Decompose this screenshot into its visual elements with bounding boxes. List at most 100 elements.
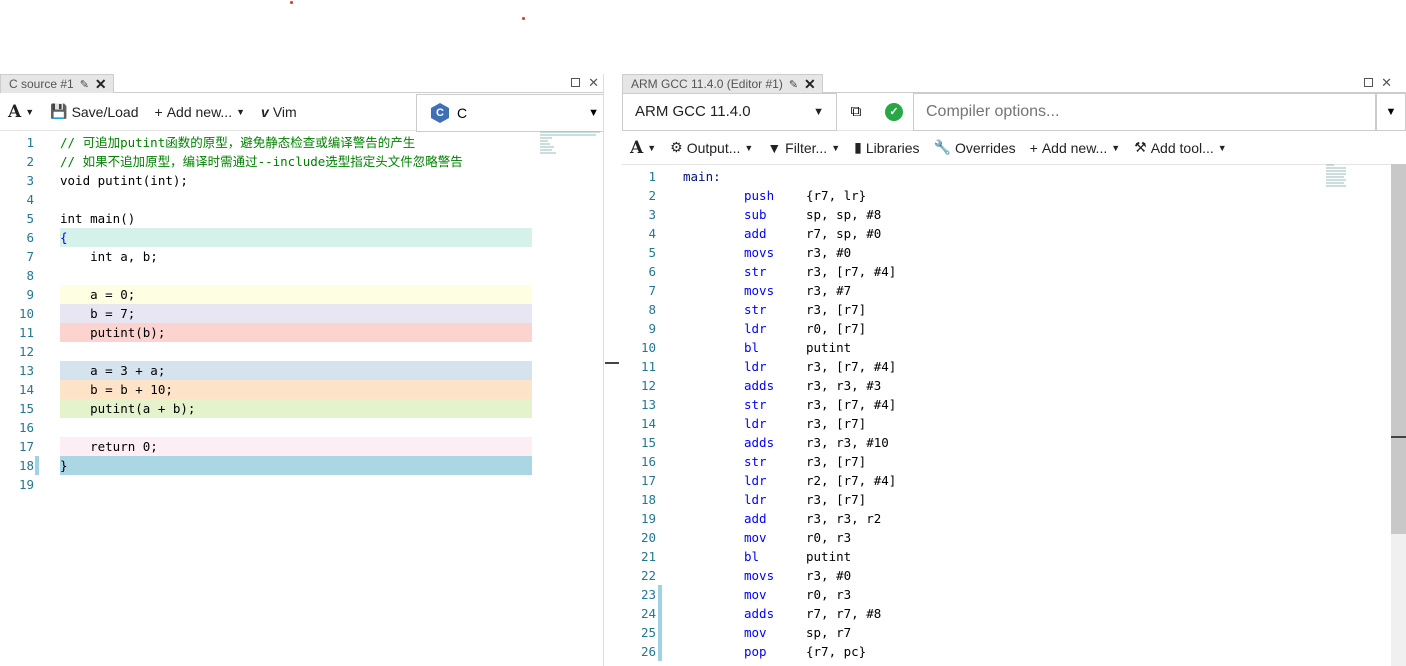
source-line[interactable]: 10 b = 7; [0, 304, 603, 323]
close-icon[interactable]: ✕ [804, 76, 816, 93]
source-line[interactable]: 1 // 可追加putint函数的原型，避免静态检查或编译警告的产生 [0, 133, 603, 152]
compiler-options-dropdown[interactable]: ▼ [1376, 92, 1406, 131]
line-number: 26 [640, 644, 656, 659]
asm-line[interactable]: 11 ldr r3, [r7, #4] [622, 357, 1406, 376]
asm-operands: {r7, lr} [806, 188, 867, 203]
add-tool-button[interactable]: ⚒ Add tool... ▼ [1134, 139, 1227, 156]
source-line[interactable]: 17 return 0; [0, 437, 603, 456]
asm-line[interactable]: 1 main: [622, 167, 1406, 186]
asm-line[interactable]: 21 bl putint [622, 547, 1406, 566]
popout-button[interactable]: ⧉ [837, 93, 875, 131]
source-line[interactable]: 9 a = 0; [0, 285, 603, 304]
assembly-output[interactable]: 1 main: 2 push {r7, lr} 3 sub sp, sp, #8 4 add r7,… [622, 167, 1406, 661]
asm-line[interactable]: 26 pop {r7, pc} [622, 642, 1406, 661]
source-line[interactable]: 18} [0, 456, 603, 475]
asm-scrollbar[interactable] [1391, 164, 1406, 666]
language-select[interactable]: C C ▼ [416, 94, 614, 132]
filter-button[interactable]: ▼ Filter... ▼ [767, 140, 840, 156]
source-line[interactable]: 16 [0, 418, 603, 437]
asm-line[interactable]: 2 push {r7, lr} [622, 186, 1406, 205]
asm-line[interactable]: 23 mov r0, r3 [622, 585, 1406, 604]
asm-line[interactable]: 16 str r3, [r7] [622, 452, 1406, 471]
asm-mnemonic: bl [744, 549, 760, 564]
asm-line[interactable]: 19 add r3, r3, r2 [622, 509, 1406, 528]
overrides-button[interactable]: 🔧 Overrides [934, 139, 1016, 156]
source-line[interactable]: 13 a = 3 + a; [0, 361, 603, 380]
compiler-select[interactable]: ARM GCC 11.4.0 ▼ [622, 92, 837, 131]
source-code-editor[interactable]: 1 // 可追加putint函数的原型，避免静态检查或编译警告的产生 2 // 如果不… [0, 133, 603, 494]
compiler-tab[interactable]: ARM GCC 11.4.0 (Editor #1) ✎ ✕ [622, 74, 823, 93]
asm-line[interactable]: 22 movs r3, #0 [622, 566, 1406, 585]
asm-line[interactable]: 20 mov r0, r3 [622, 528, 1406, 547]
output-button[interactable]: ⚙ Output... ▼ [670, 139, 753, 156]
compile-status[interactable]: ✓ [875, 93, 913, 131]
asm-operands: r3, #0 [806, 568, 852, 583]
font-size-button[interactable]: A ▼ [8, 102, 34, 122]
asm-mnemonic: mov [744, 530, 767, 545]
source-line[interactable]: 4 [0, 190, 603, 209]
book-icon: ▮ [854, 139, 862, 155]
source-line[interactable]: 15 putint(a + b); [0, 399, 603, 418]
chevron-down-icon: ▼ [831, 142, 841, 153]
chevron-down-icon: ▼ [588, 107, 599, 119]
asm-line[interactable]: 8 str r3, [r7] [622, 300, 1406, 319]
libraries-label: Libraries [865, 139, 920, 156]
asm-line[interactable]: 12 adds r3, r3, #3 [622, 376, 1406, 395]
asm-line[interactable]: 14 ldr r3, [r7] [622, 414, 1406, 433]
splitter-grip[interactable] [605, 362, 619, 364]
scrollbar-thumb[interactable] [1391, 164, 1406, 534]
source-line-text: { [60, 228, 532, 247]
source-line[interactable]: 11 putint(b); [0, 323, 603, 342]
asm-mnemonic: adds [744, 435, 775, 450]
asm-line[interactable]: 6 str r3, [r7, #4] [622, 262, 1406, 281]
chevron-down-icon: ▼ [744, 142, 754, 153]
source-line[interactable]: 5 int main() [0, 209, 603, 228]
add-new-button[interactable]: + Add new... ▼ [155, 104, 246, 120]
line-number: 21 [640, 549, 656, 564]
floppy-icon: 💾 [50, 103, 68, 119]
close-pane-icon[interactable]: ✕ [1381, 75, 1392, 91]
asm-line[interactable]: 13 str r3, [r7, #4] [622, 395, 1406, 414]
font-size-button[interactable]: A ▼ [630, 138, 656, 158]
libraries-button[interactable]: ▮ Libraries [854, 139, 919, 156]
compiler-options-input[interactable] [913, 92, 1376, 131]
line-number: 2 [648, 188, 656, 203]
source-tab[interactable]: C source #1 ✎ ✕ [0, 74, 114, 93]
source-line[interactable]: 12 [0, 342, 603, 361]
source-line[interactable]: 3 void putint(int); [0, 171, 603, 190]
asm-line[interactable]: 24 adds r7, r7, #8 [622, 604, 1406, 623]
chevron-down-icon: ▼ [1111, 142, 1121, 153]
save-load-button[interactable]: 💾 Save/Load [50, 103, 138, 120]
line-number: 10 [640, 340, 656, 355]
maximize-icon[interactable] [571, 78, 581, 87]
line-number: 16 [640, 454, 656, 469]
asm-line[interactable]: 18 ldr r3, [r7] [622, 490, 1406, 509]
source-editor-pane: C source #1 ✎ ✕ ✕ A ▼ 💾 Save/Load + Add n… [0, 74, 614, 666]
source-line[interactable]: 7 int a, b; [0, 247, 603, 266]
source-line[interactable]: 14 b = b + 10; [0, 380, 603, 399]
close-icon[interactable]: ✕ [95, 76, 107, 93]
source-line[interactable]: 2 // 如果不追加原型，编译时需通过--include选型指定头文件忽略警告 [0, 152, 603, 171]
asm-line[interactable]: 15 adds r3, r3, #10 [622, 433, 1406, 452]
pencil-icon[interactable]: ✎ [789, 78, 798, 91]
close-pane-icon[interactable]: ✕ [588, 75, 599, 91]
asm-line[interactable]: 4 add r7, sp, #0 [622, 224, 1406, 243]
pane-splitter[interactable] [603, 74, 622, 666]
asm-line[interactable]: 9 ldr r0, [r7] [622, 319, 1406, 338]
source-line[interactable]: 19 [0, 475, 603, 494]
asm-line[interactable]: 3 sub sp, sp, #8 [622, 205, 1406, 224]
pencil-icon[interactable]: ✎ [80, 78, 89, 91]
source-line[interactable]: 8 [0, 266, 603, 285]
asm-line[interactable]: 7 movs r3, #7 [622, 281, 1406, 300]
line-number: 18 [18, 458, 34, 473]
asm-line[interactable]: 5 movs r3, #0 [622, 243, 1406, 262]
asm-line[interactable]: 10 bl putint [622, 338, 1406, 357]
maximize-icon[interactable] [1364, 78, 1374, 87]
add-new-button[interactable]: + Add new... ▼ [1030, 140, 1121, 156]
asm-line[interactable]: 17 ldr r2, [r7, #4] [622, 471, 1406, 490]
asm-line[interactable]: 25 mov sp, r7 [622, 623, 1406, 642]
source-line[interactable]: 6{ [0, 228, 603, 247]
asm-operands: putint [806, 549, 852, 564]
line-number: 23 [640, 587, 656, 602]
vim-button[interactable]: v Vim [261, 104, 297, 120]
